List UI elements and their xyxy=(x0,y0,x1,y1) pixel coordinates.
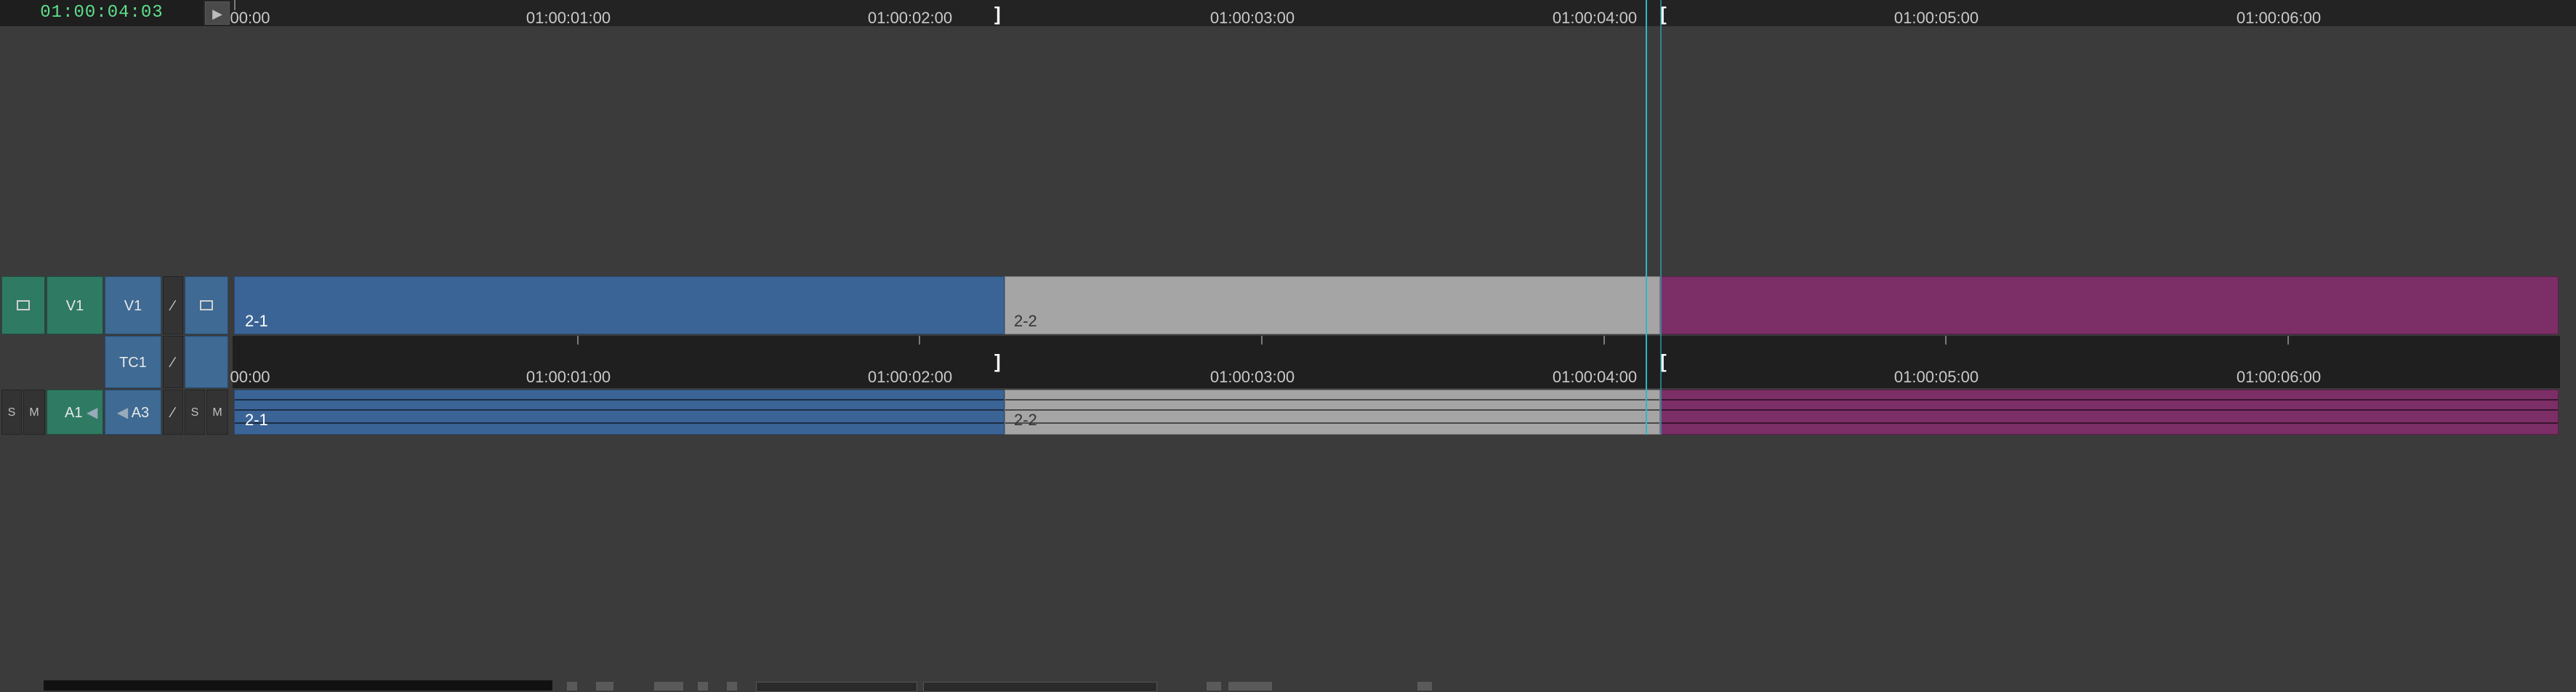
toolbar-icon[interactable] xyxy=(567,682,577,691)
current-timecode: 01:00:04:03 xyxy=(40,3,164,23)
waveform-line xyxy=(235,399,1004,401)
video-clip[interactable]: 2-2 xyxy=(1005,276,1660,334)
clip-name: 2-2 xyxy=(1014,312,1037,330)
pencil-icon: ∕ xyxy=(172,298,174,314)
video-clip[interactable]: 2-1 xyxy=(234,276,1005,334)
video-clip[interactable] xyxy=(1660,276,2559,334)
ruler-label: 01:00:05:00 xyxy=(1893,368,1979,386)
toolbar-icon[interactable] xyxy=(1417,682,1432,691)
tc-record-track[interactable]: TC1 xyxy=(105,336,161,388)
playhead-edge xyxy=(1660,0,1662,435)
bottom-toolbar xyxy=(44,680,552,691)
audio-solo-button[interactable]: S xyxy=(1,390,22,435)
audio-source-track[interactable]: A1 ◀ xyxy=(47,390,103,435)
toolbar-icon[interactable] xyxy=(654,682,683,691)
tc-record-monitor[interactable] xyxy=(185,336,228,388)
ruler-tick xyxy=(1603,336,1605,345)
waveform-line xyxy=(1005,399,1659,401)
pencil-icon: ∕ xyxy=(172,405,174,421)
ruler-tick xyxy=(577,336,579,345)
clip-name: 2-1 xyxy=(245,411,268,429)
mark-out-icon[interactable]: ] xyxy=(994,352,1001,371)
toolbar-icon[interactable] xyxy=(698,682,708,691)
toolbar-icon[interactable] xyxy=(727,682,737,691)
audio-solo-button-2[interactable]: S xyxy=(185,390,205,435)
waveform-line xyxy=(1661,409,2558,411)
video-monitor-toggle[interactable] xyxy=(1,276,45,334)
audio-sync-lock[interactable]: ∕ xyxy=(163,390,183,435)
ruler-tick xyxy=(1945,336,1947,345)
audio-clip[interactable] xyxy=(1660,390,2559,435)
ruler-label: 01:00:04:00 xyxy=(1552,368,1638,386)
speaker-icon: ◀ xyxy=(86,405,98,421)
ruler-label: 01:00:01:00 xyxy=(526,9,611,27)
video-record-monitor-toggle[interactable] xyxy=(185,276,228,334)
video-source-track[interactable]: V1 xyxy=(47,276,103,334)
ruler-label: 01:00:03:00 xyxy=(1209,368,1295,386)
ruler-label: 01:00:06:00 xyxy=(2236,368,2322,386)
audio-clip[interactable]: 2-1 xyxy=(234,390,1005,435)
waveform-line xyxy=(1661,399,2558,401)
audio-record-track[interactable]: ◀ A3 xyxy=(105,390,161,435)
toolbar-icon[interactable] xyxy=(596,682,613,691)
playhead-line[interactable] xyxy=(1646,0,1647,435)
ruler-label: 01:00:05:00 xyxy=(1893,9,1979,27)
monitor-icon xyxy=(17,300,30,310)
waveform-line xyxy=(235,422,1004,424)
toolbar-icon[interactable] xyxy=(1228,682,1272,691)
waveform-line xyxy=(235,409,1004,411)
monitor-icon xyxy=(200,300,213,310)
tc-sync-lock[interactable]: ∕ xyxy=(163,336,183,388)
mark-out-icon[interactable]: ] xyxy=(994,4,1001,23)
ruler-tick xyxy=(1261,336,1263,345)
audio-mute-button[interactable]: M xyxy=(23,390,45,435)
timecode-display: 01:00:04:03 xyxy=(0,0,204,26)
ruler-label: 01:00:03:00 xyxy=(1209,9,1295,27)
audio-source-label: A1 xyxy=(65,405,83,421)
ruler-tick xyxy=(2287,336,2289,345)
pencil-icon: ∕ xyxy=(172,355,174,371)
video-record-track[interactable]: V1 xyxy=(105,276,161,334)
ruler-label: 01:00:04:00 xyxy=(1552,9,1638,27)
ruler-label: 00:00 xyxy=(230,368,270,386)
video-sync-lock[interactable]: ∕ xyxy=(163,276,183,334)
clip-name: 2-1 xyxy=(245,312,268,330)
audio-clip[interactable]: 2-2 xyxy=(1005,390,1660,435)
toolbar-icon[interactable] xyxy=(1207,682,1221,691)
waveform-line xyxy=(1005,409,1659,411)
ruler-label: 01:00:01:00 xyxy=(526,368,611,386)
ruler-label: 01:00:06:00 xyxy=(2236,9,2322,27)
waveform-line xyxy=(1661,422,2558,424)
audio-mute-button-2[interactable]: M xyxy=(206,390,228,435)
audio-record-label: A3 xyxy=(131,405,150,421)
ruler-label: 01:00:02:00 xyxy=(867,9,953,27)
ruler-tick xyxy=(234,0,236,10)
ruler-label: 00:00 xyxy=(230,9,270,27)
speaker-icon: ◀ xyxy=(116,405,129,421)
play-button[interactable]: ▶ xyxy=(205,1,230,25)
clip-name: 2-2 xyxy=(1014,411,1037,429)
waveform-line xyxy=(1005,422,1659,424)
ruler-tick xyxy=(919,336,920,345)
ruler-label: 01:00:02:00 xyxy=(867,368,953,386)
